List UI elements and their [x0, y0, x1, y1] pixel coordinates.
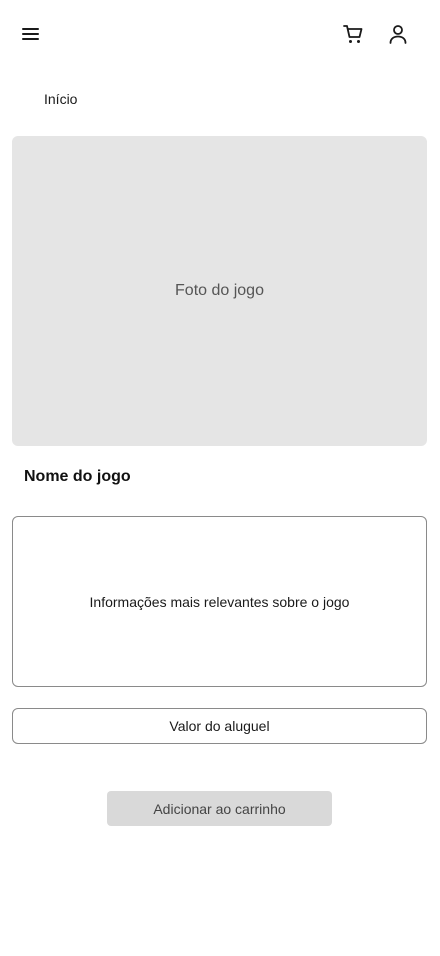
shopping-cart-icon	[342, 23, 364, 45]
hamburger-menu-icon	[21, 26, 41, 42]
game-photo-label: Foto do jogo	[175, 282, 264, 299]
menu-button[interactable]	[16, 19, 46, 49]
game-name-title: Nome do jogo	[24, 468, 131, 485]
cart-button[interactable]	[338, 19, 368, 49]
game-photo-placeholder: Foto do jogo	[12, 136, 427, 446]
rental-price-label: Valor do aluguel	[169, 718, 270, 734]
game-info-text: Informações mais relevantes sobre o jogo	[89, 593, 350, 610]
product-page: Início Foto do jogo Nome do jogo Informa…	[0, 0, 440, 956]
user-profile-icon	[388, 23, 408, 45]
add-to-cart-button[interactable]: Adicionar ao carrinho	[107, 791, 332, 826]
rental-price-field[interactable]: Valor do aluguel	[12, 708, 427, 744]
breadcrumb-home-link[interactable]: Início	[44, 91, 77, 107]
game-info-box: Informações mais relevantes sobre o jogo	[12, 516, 427, 687]
user-button[interactable]	[383, 19, 413, 49]
